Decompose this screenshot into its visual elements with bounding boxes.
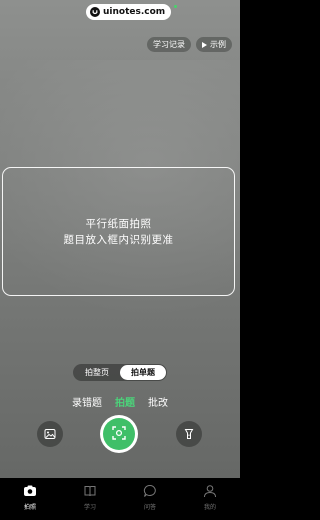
watermark: uinotes.com — [86, 4, 172, 20]
tab-photo-question[interactable]: 拍题 — [115, 394, 135, 409]
tabbar-item-mine[interactable]: 我的 — [190, 482, 230, 511]
top-actions: 学习记录 示例 — [147, 37, 232, 52]
gallery-button[interactable] — [37, 421, 63, 447]
example-label: 示例 — [210, 40, 226, 49]
tabbar-item-qa[interactable]: 问答 — [130, 482, 170, 511]
scan-icon — [112, 425, 126, 444]
uinotes-logo-icon — [90, 7, 100, 17]
user-icon — [201, 482, 219, 500]
capture-mode-toggle: 拍整页 拍单题 — [73, 364, 167, 381]
example-button[interactable]: 示例 — [196, 37, 232, 52]
tabbar-label-study: 学习 — [83, 504, 96, 511]
shutter-button[interactable] — [100, 415, 138, 453]
tab-record-mistakes[interactable]: 录错题 — [72, 394, 102, 409]
frame-hint-line1: 平行纸面拍照 — [85, 217, 152, 230]
chat-icon — [141, 482, 159, 500]
tabbar-item-study[interactable]: 学习 — [70, 482, 110, 511]
history-label: 学习记录 — [153, 40, 185, 49]
camera-icon — [21, 482, 39, 500]
mode-tabs: 录错题 拍题 批改 — [0, 394, 240, 409]
flashlight-button[interactable] — [176, 421, 202, 447]
status-dot — [174, 5, 177, 8]
bottom-tab-bar: 拍照 学习 问答 我的 — [0, 478, 240, 520]
book-icon — [81, 482, 99, 500]
watermark-text: uinotes.com — [103, 7, 166, 17]
scan-frame: 平行纸面拍照 题目放入框内识别更准 — [2, 167, 235, 296]
camera-preview: uinotes.com 学习记录 示例 平行纸面拍照 题目放入框内识别更准 拍整… — [0, 0, 240, 478]
tabbar-label-camera: 拍照 — [23, 504, 36, 511]
flashlight-icon — [183, 425, 195, 444]
image-icon — [44, 425, 56, 444]
tabbar-item-camera[interactable]: 拍照 — [10, 482, 50, 511]
frame-hint-line2: 题目放入框内识别更准 — [63, 233, 174, 246]
history-button[interactable]: 学习记录 — [147, 37, 191, 52]
shutter-inner — [103, 418, 135, 450]
tabbar-label-mine: 我的 — [203, 504, 216, 511]
play-icon — [202, 41, 207, 48]
mode-option-single-question[interactable]: 拍单题 — [120, 365, 166, 380]
mode-option-full-page[interactable]: 拍整页 — [74, 365, 120, 380]
tab-grading[interactable]: 批改 — [148, 394, 168, 409]
tabbar-label-qa: 问答 — [143, 504, 156, 511]
